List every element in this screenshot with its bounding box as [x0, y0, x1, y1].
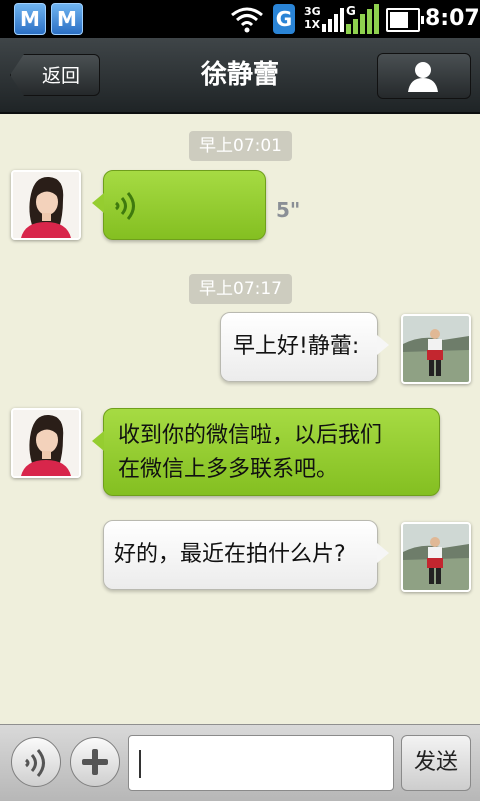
signal-bars-icon — [322, 8, 344, 32]
bubble-tail — [377, 335, 389, 355]
message-text-line: 收到你的微信啦，以后我们 — [118, 423, 383, 448]
user-photo — [403, 524, 469, 590]
plus-icon — [82, 749, 108, 775]
contact-photo — [13, 172, 79, 238]
message-text: 好的，最近在拍什么片? — [114, 542, 346, 567]
my-avatar[interactable] — [401, 314, 471, 384]
message-timestamp: 早上07:17 — [189, 274, 292, 304]
user-photo — [403, 316, 469, 382]
svg-text:G: G — [346, 4, 356, 18]
voice-duration: 5" — [276, 198, 301, 222]
bubble-tail — [377, 543, 389, 563]
battery-icon — [386, 8, 424, 32]
outgoing-message-bubble[interactable]: 早上好!静蕾: — [220, 312, 389, 382]
network-g-icon: G — [273, 4, 295, 34]
chat-message-list[interactable]: 早上07:01 5" 早上07:17 早上好!静蕾: 收到你的微信啦，以后我们 … — [0, 112, 480, 724]
add-attachment-button[interactable] — [70, 737, 120, 787]
bubble-tail — [92, 193, 104, 213]
contact-name-title: 徐静蕾 — [200, 60, 279, 90]
contact-profile-button[interactable] — [377, 53, 471, 99]
my-avatar[interactable] — [401, 522, 471, 592]
status-bar: M M G 3G 1X G 8:07 — [0, 0, 480, 38]
voice-wave-icon — [115, 192, 135, 220]
voice-mode-button[interactable] — [11, 737, 61, 787]
contact-avatar[interactable] — [11, 170, 81, 240]
send-button[interactable]: 发送 — [401, 735, 471, 791]
contact-avatar[interactable] — [11, 408, 81, 478]
chat-header: 返回 徐静蕾 — [0, 38, 480, 114]
signal-bars-icon: G — [346, 4, 379, 34]
outgoing-message-bubble[interactable]: 好的，最近在拍什么片? — [103, 520, 389, 590]
message-text: 早上好!静蕾: — [233, 334, 360, 359]
app-notification-icon: M — [51, 3, 83, 35]
incoming-message-bubble[interactable]: 收到你的微信啦，以后我们 在微信上多多联系吧。 — [92, 408, 440, 496]
message-input-bar: 发送 — [0, 724, 480, 801]
network-type: 3G 1X — [304, 5, 321, 31]
clock: 8:07 — [425, 6, 480, 31]
message-timestamp: 早上07:01 — [189, 131, 292, 161]
voice-message-bubble[interactable] — [92, 170, 266, 240]
message-input[interactable] — [128, 735, 394, 791]
contact-photo — [13, 410, 79, 476]
person-icon — [408, 62, 438, 92]
app-notification-icon: M — [14, 3, 46, 35]
message-text-line: 在微信上多多联系吧。 — [118, 457, 339, 482]
wifi-icon — [231, 7, 263, 33]
back-button[interactable]: 返回 — [10, 54, 100, 96]
bubble-tail — [92, 431, 104, 451]
voice-mode-icon — [25, 749, 45, 777]
text-cursor — [139, 750, 141, 778]
